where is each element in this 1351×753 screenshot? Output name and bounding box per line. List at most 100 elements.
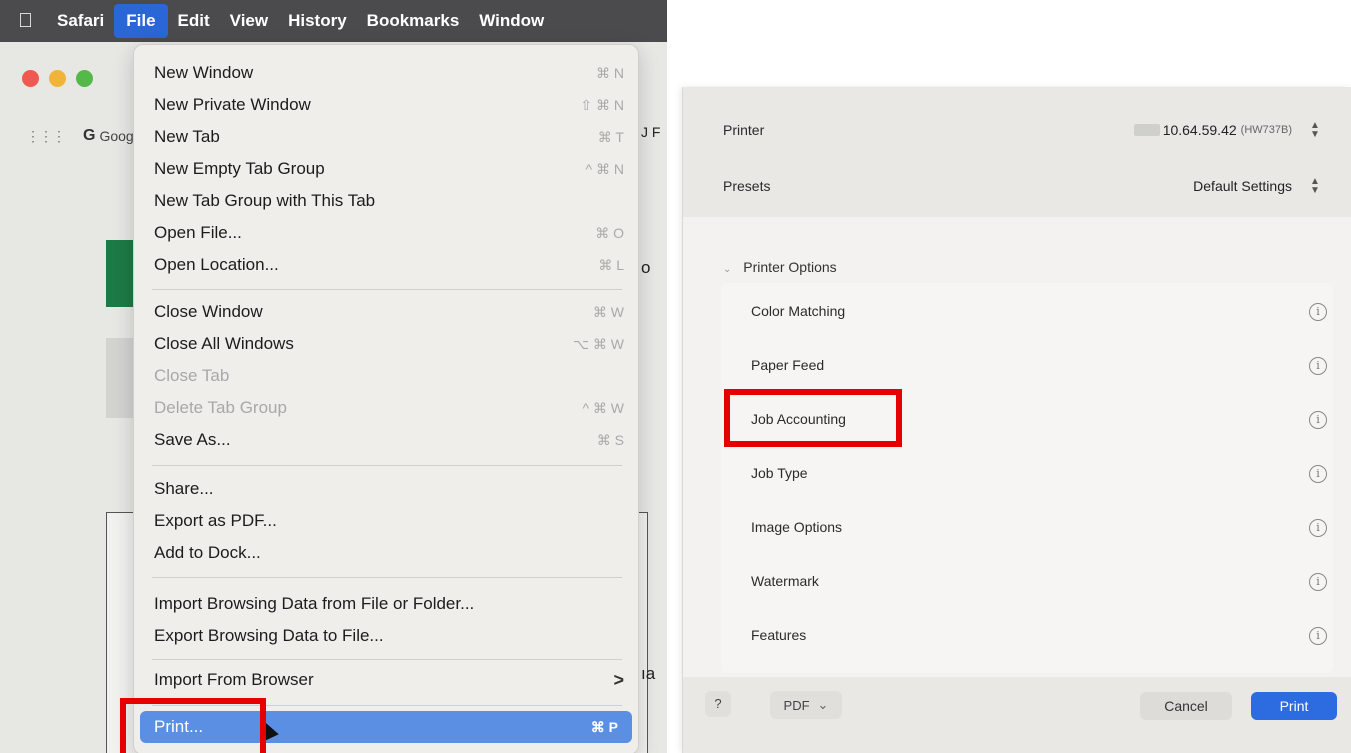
option-label: Image Options [751,519,843,535]
info-icon[interactable]: i [1309,519,1327,537]
menu-item-new-window[interactable]: New Window ⌘ N [134,57,638,89]
shortcut-label: ⌘ T [597,128,624,145]
info-icon[interactable]: i [1309,627,1327,645]
menu-item-export-browsing-data[interactable]: Export Browsing Data to File... [134,620,638,652]
option-label: Features [751,627,807,643]
highlight-box-job-accounting [724,389,902,447]
page-peek-text: ıa [641,664,656,683]
menu-item-close-tab[interactable]: Close Tab [134,360,638,392]
option-paper-feed[interactable]: Paper Feed i [751,357,1327,375]
menu-separator [152,465,622,466]
minimize-window-button[interactable] [49,70,66,87]
menu-item-label: New Private Window [154,95,311,114]
menu-edit[interactable]: Edit [168,11,220,31]
menu-item-export-pdf[interactable]: Export as PDF... [134,505,638,537]
apps-grid-icon[interactable]: ⋮⋮⋮ [26,128,66,145]
menu-item-open-location[interactable]: Open Location... ⌘ L [134,249,638,281]
menu-item-close-all-windows[interactable]: Close All Windows ⌥ ⌘ W [134,328,638,360]
option-label: Paper Feed [751,357,825,373]
menu-item-label: Import From Browser [154,670,314,689]
presets-label: Presets [723,178,771,194]
menu-item-new-empty-tab-group[interactable]: New Empty Tab Group ^ ⌘ N [134,153,638,185]
menu-item-delete-tab-group[interactable]: Delete Tab Group ^ ⌘ W [134,392,638,424]
menu-safari[interactable]: Safari [47,11,114,31]
cancel-button[interactable]: Cancel [1140,692,1232,720]
menu-item-import-browsing-data[interactable]: Import Browsing Data from File or Folder… [134,588,638,620]
page-peek-text: o [641,258,651,277]
menu-item-add-to-dock[interactable]: Add to Dock... [134,537,638,569]
presets-select[interactable]: Default Settings ▲ ▼ [1193,176,1322,196]
chevron-down-icon: ⌄ [817,697,829,712]
shortcut-label: ^ ⌘ N [585,160,624,177]
printer-options-title: Printer Options [743,259,837,275]
printer-options-list: Color Matching i Paper Feed i Job Accounti… [721,283,1333,673]
highlight-box-print [120,698,266,753]
menu-window[interactable]: Window [469,11,554,31]
printer-label: Printer [723,122,765,138]
option-label: Watermark [751,573,819,589]
menu-file[interactable]: File [114,4,168,38]
menu-bookmarks[interactable]: Bookmarks [357,11,470,31]
menu-item-label: New Empty Tab Group [154,159,325,178]
apple-logo-icon[interactable]:  [0,10,47,33]
print-button[interactable]: Print [1251,692,1337,720]
menu-item-label: Import Browsing Data from File or Folder… [154,594,475,613]
printer-icon [1133,124,1160,136]
shortcut-label: ⌘ N [596,64,624,81]
menu-view[interactable]: View [220,11,278,31]
option-watermark[interactable]: Watermark i [751,573,1327,591]
info-icon[interactable]: i [1309,411,1327,429]
safari-screenshot-panel:  Safari File Edit View History Bookmark… [0,0,667,753]
help-button[interactable]: ? [705,691,731,717]
file-menu-dropdown: New Window ⌘ N New Private Window ⇧ ⌘ N Ne… [133,44,639,753]
menu-item-label: Save As... [154,430,231,449]
shortcut-label: ⌘ S [596,431,624,448]
page-peek-text: J F [641,124,661,140]
stepper-icon: ▲ ▼ [1310,176,1320,196]
zoom-window-button[interactable] [76,70,93,87]
print-dialog-panel: Printer 10.64.59.42 (HW737B) ▲ ▼ Presets … [682,87,1351,753]
menu-item-label: Close All Windows [154,334,294,353]
menu-item-label: Export Browsing Data to File... [154,626,384,645]
menu-item-share[interactable]: Share... [134,473,638,505]
option-features[interactable]: Features i [751,627,1327,645]
bookmark-google[interactable]: Goog [99,128,133,144]
menu-item-close-window[interactable]: Close Window ⌘ W [134,296,638,328]
macos-menu-bar:  Safari File Edit View History Bookmark… [0,0,667,42]
menu-item-label: Close Window [154,302,263,321]
menu-item-save-as[interactable]: Save As... ⌘ S [134,424,638,456]
shortcut-label: ⌘ P [590,718,618,735]
menu-item-label: New Tab Group with This Tab [154,191,376,210]
stepper-icon: ▲ ▼ [1310,120,1320,140]
menu-item-new-tab[interactable]: New Tab ⌘ T [134,121,638,153]
chevron-right-icon: > [613,669,624,690]
info-icon[interactable]: i [1309,357,1327,375]
menu-separator [152,289,622,290]
menu-item-new-private-window[interactable]: New Private Window ⇧ ⌘ N [134,89,638,121]
presets-value: Default Settings [1193,178,1292,194]
shortcut-label: ⌥ ⌘ W [572,335,624,352]
menu-item-label: Close Tab [154,366,230,385]
print-dialog-header: Printer 10.64.59.42 (HW737B) ▲ ▼ Presets … [683,87,1351,217]
printer-options-disclosure[interactable]: ⌄ Printer Options [723,259,837,275]
google-logo-icon: G [83,127,96,144]
close-window-button[interactable] [22,70,39,87]
printer-select[interactable]: 10.64.59.42 (HW737B) ▲ ▼ [1133,120,1322,140]
print-dialog-footer: ? PDF ⌄ Cancel Print [683,677,1351,753]
option-job-type[interactable]: Job Type i [751,465,1327,483]
option-color-matching[interactable]: Color Matching i [751,303,1327,321]
option-image-options[interactable]: Image Options i [751,519,1327,537]
shortcut-label: ⇧ ⌘ N [580,96,624,113]
info-icon[interactable]: i [1309,573,1327,591]
bookmarks-bar: ⋮⋮⋮ G Goog [0,118,140,154]
menu-item-open-file[interactable]: Open File... ⌘ O [134,217,638,249]
menu-history[interactable]: History [278,11,357,31]
menu-item-import-from-browser[interactable]: Import From Browser > [134,664,638,696]
menu-item-label: Share... [154,479,214,498]
menu-item-label: New Window [154,63,254,82]
option-label: Color Matching [751,303,846,319]
menu-item-new-tab-group-with-tab[interactable]: New Tab Group with This Tab [134,185,638,217]
info-icon[interactable]: i [1309,465,1327,483]
pdf-menu-button[interactable]: PDF ⌄ [770,691,842,719]
info-icon[interactable]: i [1309,303,1327,321]
